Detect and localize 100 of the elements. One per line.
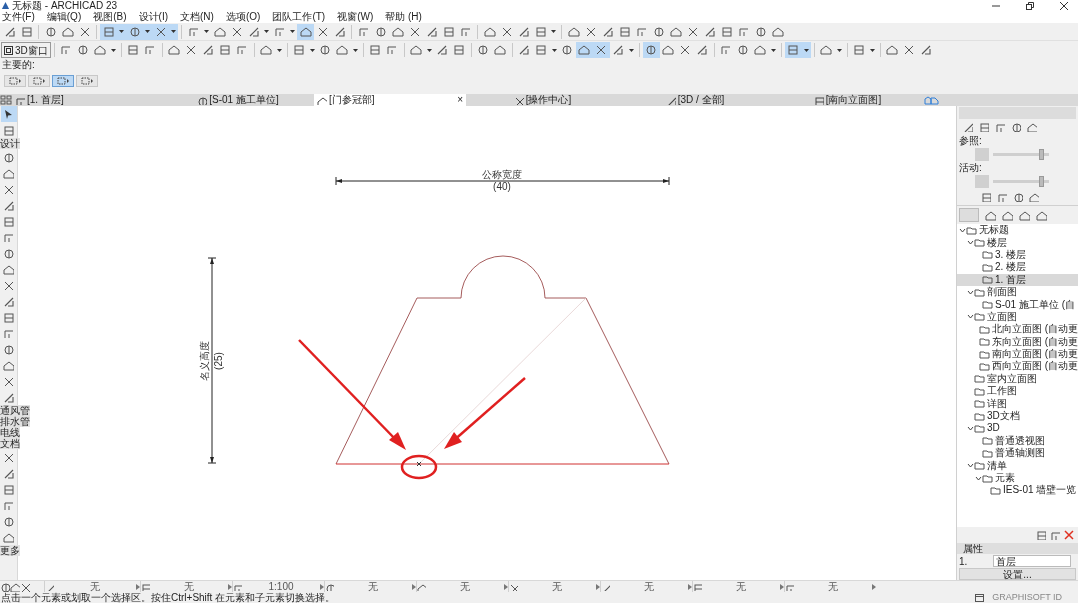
swatch-button[interactable] (975, 174, 989, 188)
tree-item[interactable]: 普通轴测图 (957, 447, 1078, 460)
layer-icon[interactable] (1011, 122, 1021, 132)
tree-item[interactable]: IES-01 墙壁一览 (957, 484, 1078, 497)
toolbox-tool-button[interactable] (0, 106, 17, 122)
tab-overview-icon[interactable] (0, 95, 12, 105)
toolbox-group-label[interactable]: 更多 (0, 545, 20, 556)
tree-item[interactable]: 室内立面图 (957, 372, 1078, 386)
option-icon (785, 582, 794, 591)
tool-icon (336, 44, 349, 56)
tree-item[interactable]: 工作图 (957, 385, 1078, 398)
view-icon (974, 399, 985, 409)
infobox-label: 主要的: (2, 59, 35, 70)
tree-item[interactable]: 东向立面图 (自动更 (957, 335, 1078, 348)
close-icon[interactable] (1060, 1, 1068, 10)
properties-header[interactable]: 属性 (957, 543, 1078, 554)
tree-item[interactable]: 立面图 (957, 310, 1078, 324)
tool-icon (374, 25, 387, 38)
navigator-action-icon[interactable] (981, 192, 991, 202)
tree-item[interactable]: 西向立面图 (自动更 (957, 360, 1078, 373)
tree-item[interactable]: 元素 (957, 471, 1078, 485)
tree-item[interactable]: 剖面图 (957, 285, 1078, 299)
tool-icon (886, 44, 899, 56)
layer-icon[interactable] (979, 122, 989, 132)
tree-item[interactable]: 楼层 (957, 236, 1078, 249)
menu-item[interactable]: 帮助 (H) (385, 11, 422, 23)
tool-icon (645, 44, 658, 56)
slider-thumb[interactable] (1038, 148, 1044, 160)
view-icon (982, 275, 993, 285)
menu-item[interactable]: 团队工作(T) (272, 11, 326, 23)
layer-icon[interactable] (1027, 122, 1037, 132)
menu-item[interactable]: 编辑(Q) (46, 11, 82, 23)
caret-icon (426, 48, 432, 52)
tool-icon (535, 44, 548, 56)
tool-icon (652, 25, 665, 38)
tool-icon (299, 25, 312, 38)
tool-button[interactable] (784, 42, 802, 58)
menu-item[interactable]: 文件(F) (2, 11, 35, 23)
dropdown-arrow-button[interactable] (801, 42, 811, 58)
menu-item[interactable]: 选项(O) (225, 11, 261, 23)
tool-icon (3, 343, 14, 355)
3d-window-button[interactable]: 3D窗口 (1, 42, 51, 58)
view-icon (982, 262, 993, 272)
tool-icon (720, 25, 733, 38)
name-field[interactable]: 首层 (993, 555, 1071, 567)
tree-item[interactable]: 北向立面图 (自动更 (957, 323, 1078, 336)
toolbox-group-label[interactable]: 文档 (0, 438, 20, 449)
tree-item[interactable]: 3D文档 (957, 409, 1078, 423)
toolbox-group-label[interactable]: 通风管 (0, 405, 30, 416)
tree-item[interactable]: 清单 (957, 459, 1078, 472)
tool-icon (3, 311, 14, 323)
delete-icon[interactable] (1064, 530, 1074, 540)
tab-close-button[interactable]: × (457, 94, 463, 106)
view-menu-icon[interactable] (924, 95, 940, 105)
tree-item[interactable]: 无标题 (957, 224, 1078, 237)
tool-button[interactable] (642, 42, 660, 58)
tree-item[interactable]: 详图 (957, 397, 1078, 410)
tool-icon (77, 44, 90, 56)
tool-icon (230, 25, 243, 38)
tool-icon (3, 279, 14, 291)
toolbox-group-label[interactable]: 排水管 (0, 416, 30, 427)
tool-icon (500, 25, 513, 38)
caret-icon (228, 583, 232, 590)
panel-icon[interactable] (975, 593, 985, 602)
slider-thumb[interactable] (1038, 175, 1044, 187)
toolbox-group-label[interactable]: 电线 (0, 427, 20, 438)
tool-button[interactable] (575, 42, 593, 58)
caret-icon (551, 30, 556, 33)
navigator-action-icon[interactable] (1029, 192, 1039, 202)
tree-item[interactable]: 普通透视图 (957, 434, 1078, 448)
tool-icon (3, 215, 14, 227)
tree-item[interactable]: S-01 施工单位 (自 (957, 298, 1078, 311)
menu-item[interactable]: 文档(N) (180, 11, 214, 23)
tree-item[interactable]: 1. 首层 (957, 273, 1078, 286)
dropdown-arrow-button[interactable] (117, 23, 126, 40)
tool-icon (410, 44, 423, 56)
swatch-button[interactable] (975, 147, 989, 161)
tool-icon (185, 44, 198, 56)
toolbox-group-label[interactable]: 设计 (0, 138, 20, 149)
settings-button[interactable]: 设置... (959, 568, 1076, 580)
dropdown-arrow-button[interactable] (169, 23, 178, 40)
layer-icon[interactable] (963, 122, 973, 132)
caret-icon (264, 30, 269, 33)
window-title: 无标题 - ARCHICAD 23 (12, 0, 117, 11)
tree-item[interactable]: 2. 楼层 (957, 261, 1078, 274)
restore-icon[interactable] (1026, 1, 1034, 10)
tool-icon (3, 295, 14, 307)
tree-item[interactable]: 3D (957, 422, 1078, 435)
tool-icon (737, 44, 750, 56)
tree-item[interactable]: 3. 楼层 (957, 248, 1078, 262)
tool-button[interactable] (100, 23, 117, 40)
menu-item[interactable]: 视窗(W) (337, 11, 374, 23)
tree-item[interactable]: 南向立面图 (自动更 (957, 347, 1078, 361)
menu-item[interactable]: 视图(B) (93, 11, 127, 23)
tool-button[interactable] (297, 23, 314, 40)
tool-icon (771, 25, 784, 38)
tool-icon (247, 25, 260, 38)
menu-item[interactable]: 设计(I) (138, 11, 169, 23)
navigator-action-icon[interactable] (1013, 192, 1023, 202)
view-tab[interactable]: [门参冠部] × (314, 94, 466, 106)
